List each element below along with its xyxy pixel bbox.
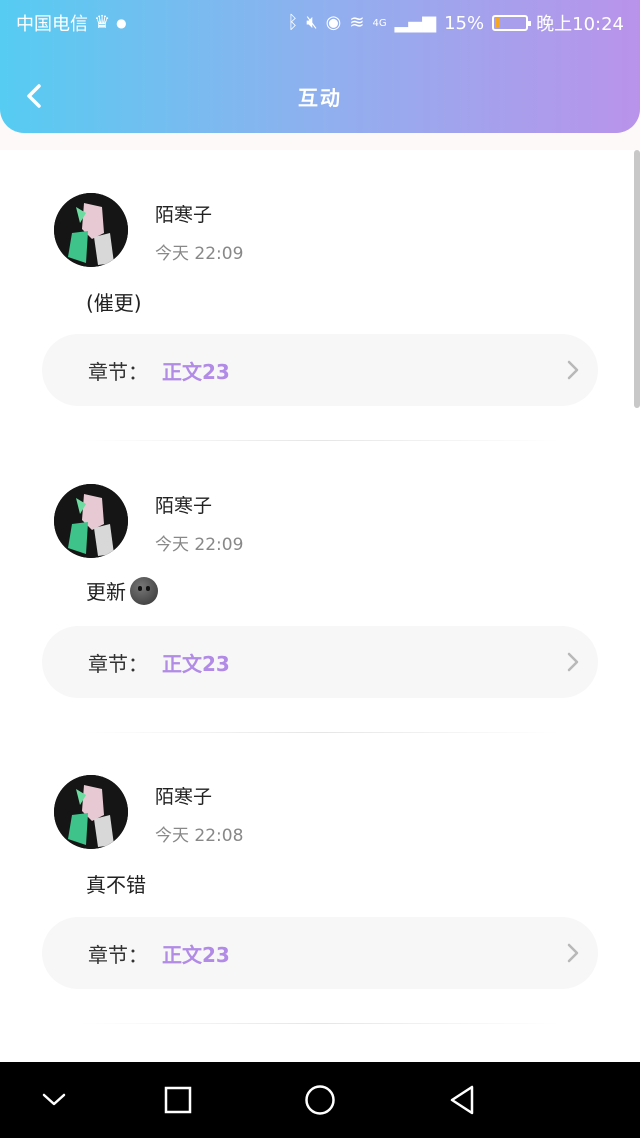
circle-icon xyxy=(305,1085,335,1115)
status-left: 中国电信 ♛ ● xyxy=(16,10,127,36)
comment-list[interactable]: 陌寒子 今天 22:09 (催更) 章节： 正文23 陌寒子 今天 22:09 xyxy=(0,150,640,1062)
system-nav-bar xyxy=(0,1062,640,1138)
chapter-value: 正文23 xyxy=(162,652,230,676)
nav-collapse-button[interactable] xyxy=(34,1080,74,1120)
chapter-label: 章节： xyxy=(88,360,148,384)
avatar[interactable] xyxy=(54,484,128,558)
nav-back-button[interactable] xyxy=(442,1080,482,1120)
comment-time: 今天 22:08 xyxy=(155,826,244,846)
comment-item: 陌寒子 今天 22:09 (催更) 章节： 正文23 xyxy=(0,150,640,441)
clock-label: 晚上10:24 xyxy=(536,14,624,35)
comment-text: (催更) xyxy=(86,291,142,315)
divider xyxy=(80,1023,560,1024)
square-icon xyxy=(164,1086,192,1114)
divider xyxy=(80,440,560,441)
nav-recent-button[interactable] xyxy=(158,1080,198,1120)
app-notification-icon: ♛ xyxy=(94,12,111,33)
eye-icon: ◉ xyxy=(325,12,342,33)
avatar-image xyxy=(54,193,128,267)
chevron-right-icon xyxy=(567,652,579,672)
chapter-link[interactable]: 章节： 正文23 xyxy=(42,626,598,698)
battery-icon xyxy=(492,15,532,31)
username: 陌寒子 xyxy=(155,495,213,517)
comment-item: 陌寒子 今天 22:09 更新 章节： 正文23 xyxy=(0,442,640,733)
bluetooth-icon: ᛒ xyxy=(287,12,299,33)
signal-icon: ▂▄▆ xyxy=(394,12,437,33)
network-type-label: 4G xyxy=(372,17,387,29)
comment-content: 更新 xyxy=(86,576,158,605)
chevron-right-icon xyxy=(567,943,579,963)
avatar[interactable] xyxy=(54,193,128,267)
username: 陌寒子 xyxy=(155,786,213,808)
avatar-image xyxy=(54,484,128,558)
comment-content: (催更) xyxy=(86,287,142,316)
chapter-link[interactable]: 章节： 正文23 xyxy=(42,334,598,406)
chapter-value: 正文23 xyxy=(162,943,230,967)
chapter-link[interactable]: 章节： 正文23 xyxy=(42,917,598,989)
page-title: 互动 xyxy=(298,86,342,110)
avatar-image xyxy=(54,775,128,849)
comment-time: 今天 22:09 xyxy=(155,244,244,264)
status-right: ᛒ 🔇︎ ◉ ≋ 4G ▂▄▆ 15% 晚上10:24 xyxy=(287,10,624,36)
mute-icon: 🔇︎ xyxy=(306,12,318,33)
comment-content: 真不错 xyxy=(86,869,146,898)
chapter-label: 章节： xyxy=(88,943,148,967)
avatar[interactable] xyxy=(54,775,128,849)
battery-percent: 15% xyxy=(444,12,485,34)
carrier-label: 中国电信 xyxy=(16,14,88,35)
chapter-value: 正文23 xyxy=(162,360,230,384)
comment-text: 更新 xyxy=(86,580,126,604)
chevron-right-icon xyxy=(567,360,579,380)
app-header: 中国电信 ♛ ● ᛒ 🔇︎ ◉ ≋ 4G ▂▄▆ 15% 晚上10:24 互动 xyxy=(0,0,640,133)
triangle-back-icon xyxy=(450,1085,474,1115)
chapter-label: 章节： xyxy=(88,652,148,676)
comment-text: 真不错 xyxy=(86,873,146,897)
dot-notification-icon: ● xyxy=(116,16,127,30)
battery-fill xyxy=(495,18,500,28)
wifi-icon: ≋ xyxy=(349,12,365,33)
username: 陌寒子 xyxy=(155,204,213,226)
comment-time: 今天 22:09 xyxy=(155,535,244,555)
comment-item: 陌寒子 今天 22:08 真不错 章节： 正文23 xyxy=(0,733,640,1024)
smiley-emoji-icon xyxy=(130,576,158,605)
chevron-down-icon xyxy=(42,1093,66,1106)
status-bar: 中国电信 ♛ ● ᛒ 🔇︎ ◉ ≋ 4G ▂▄▆ 15% 晚上10:24 xyxy=(0,0,640,44)
nav-home-button[interactable] xyxy=(300,1080,340,1120)
